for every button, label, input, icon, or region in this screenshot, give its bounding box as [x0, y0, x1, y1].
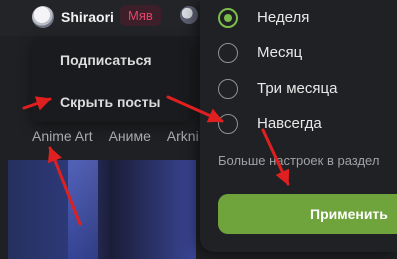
- tag-anime-art[interactable]: Anime Art: [32, 128, 93, 144]
- moon-icon[interactable]: [180, 6, 198, 24]
- tag-list: Anime Art Аниме Arkni: [32, 128, 211, 144]
- more-settings-link[interactable]: Больше настроек в раздел: [218, 153, 379, 168]
- tag-anime[interactable]: Аниме: [109, 128, 151, 144]
- period-option-label: Навсегда: [257, 115, 322, 132]
- radio-icon[interactable]: [218, 114, 238, 134]
- period-option-label: Три месяца: [257, 80, 338, 97]
- context-menu: Подписаться Скрыть посты: [32, 38, 190, 122]
- apply-button[interactable]: Применить: [218, 194, 397, 234]
- period-option-forever[interactable]: Навсегда: [218, 114, 397, 140]
- radio-icon[interactable]: [218, 79, 238, 99]
- radio-icon[interactable]: [218, 43, 238, 63]
- apply-button-label: Применить: [310, 206, 388, 222]
- subscribe-menu-item[interactable]: Подписаться: [60, 52, 152, 68]
- hide-posts-menu-item[interactable]: Скрыть посты: [60, 94, 160, 110]
- avatar[interactable]: [32, 6, 54, 28]
- username[interactable]: Shiraori: [61, 9, 114, 25]
- period-option-month[interactable]: Месяц: [218, 43, 397, 69]
- tag-arkni[interactable]: Arkni: [167, 128, 199, 144]
- image-highlight: [68, 160, 98, 259]
- period-option-label: Месяц: [257, 44, 303, 61]
- period-option-three-months[interactable]: Три месяца: [218, 79, 397, 105]
- radio-checked-icon[interactable]: [218, 8, 238, 28]
- post-image[interactable]: [8, 160, 196, 259]
- period-option-label: Неделя: [257, 9, 310, 26]
- user-tag-badge: Мяв: [120, 5, 161, 26]
- period-filter-panel: Неделя Месяц Три месяца Навсегда Больше …: [200, 0, 397, 252]
- period-option-week[interactable]: Неделя: [218, 8, 397, 34]
